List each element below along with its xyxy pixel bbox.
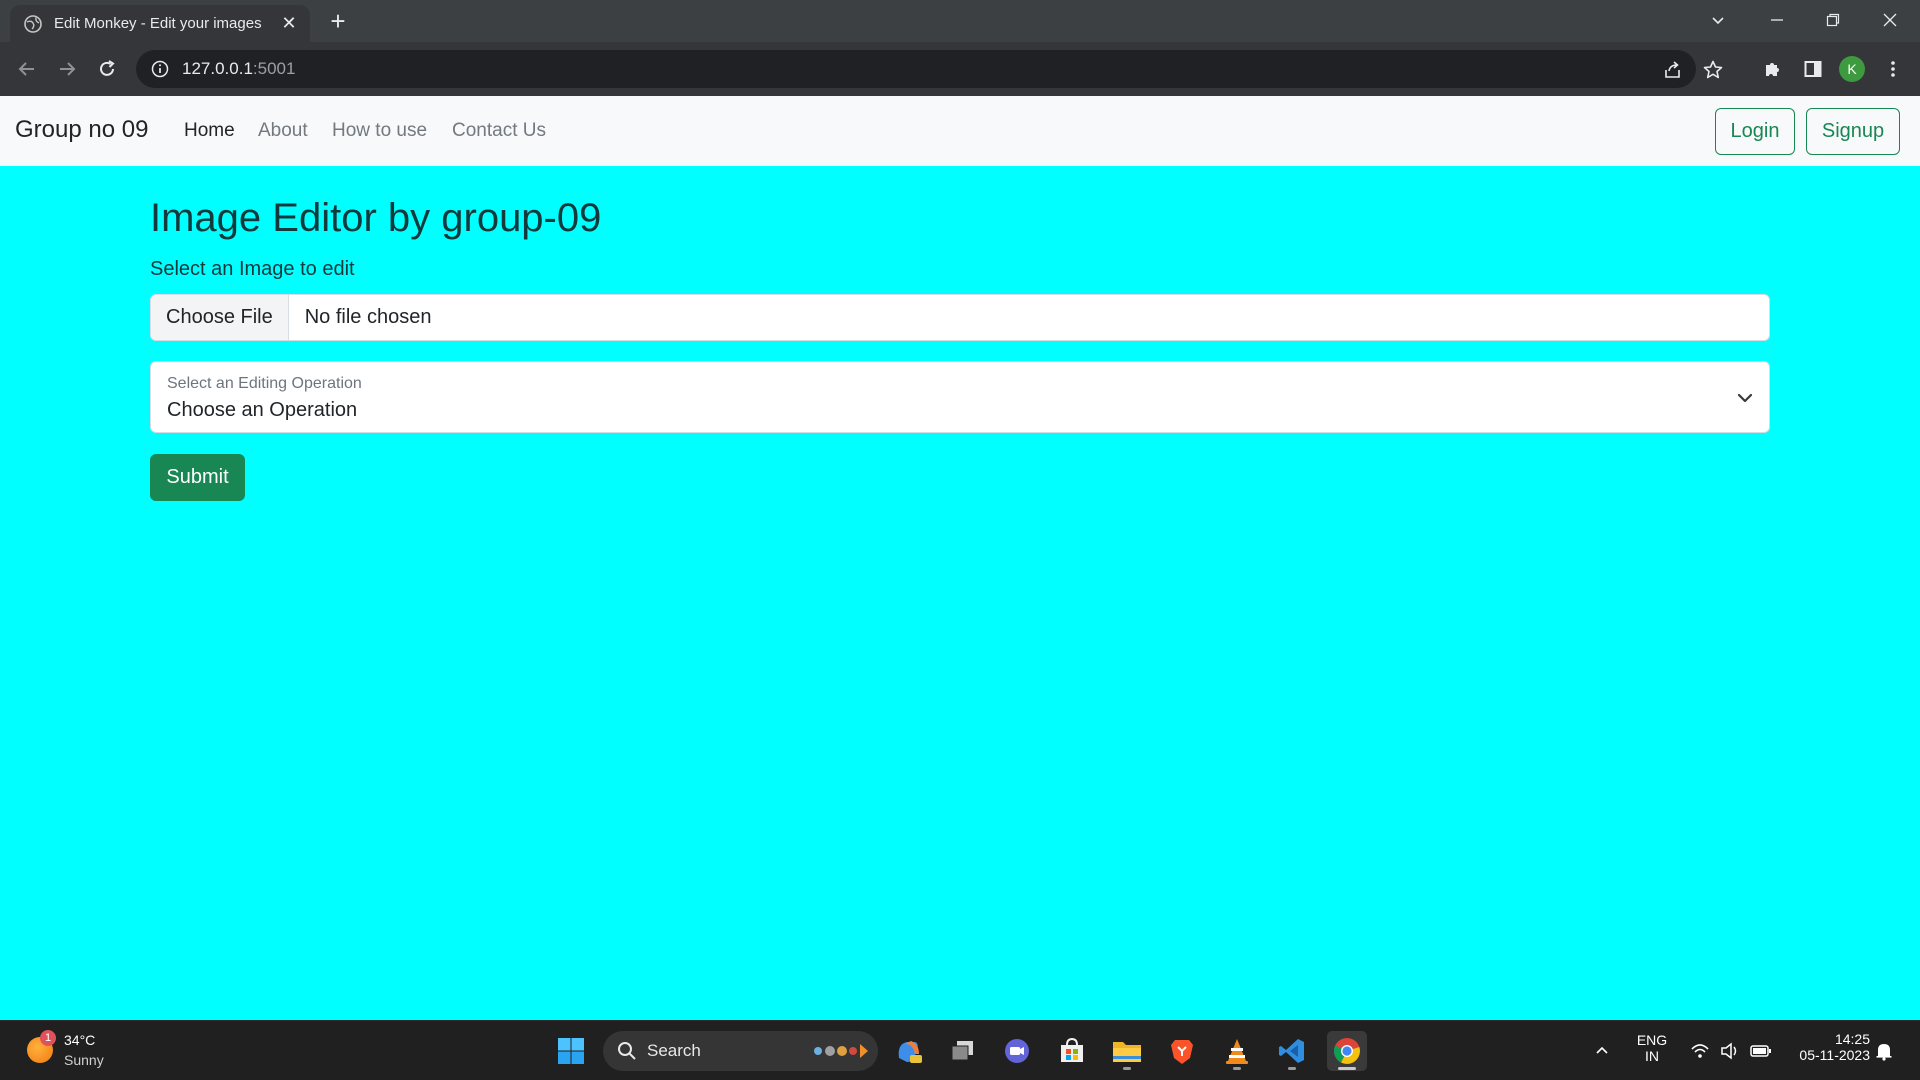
extensions-puzzle-icon[interactable]: [1759, 55, 1787, 83]
tab-title: Edit Monkey - Edit your images: [54, 15, 262, 32]
search-highlight-icon: [814, 1044, 868, 1058]
operation-select-value: Choose an Operation: [167, 399, 358, 421]
choose-file-button[interactable]: Choose File: [151, 295, 289, 340]
weather-condition[interactable]: Sunny: [64, 1052, 104, 1068]
page-title: Image Editor by group-09: [150, 196, 602, 240]
running-indicator: [1123, 1067, 1131, 1070]
operation-select[interactable]: Select an Editing Operation Choose an Op…: [150, 361, 1770, 433]
close-window-icon[interactable]: [1875, 6, 1905, 34]
new-tab-icon[interactable]: +: [325, 6, 351, 36]
login-button[interactable]: Login: [1715, 108, 1795, 155]
running-indicator: [1338, 1067, 1356, 1070]
task-view-icon[interactable]: [943, 1031, 983, 1071]
file-input-label: Select an Image to edit: [150, 258, 355, 280]
weather-notification-badge: 1: [40, 1030, 56, 1046]
file-status-text: No file chosen: [304, 306, 432, 328]
language-indicator[interactable]: ENG IN: [1632, 1032, 1672, 1064]
nav-link-contact-us[interactable]: Contact Us: [452, 120, 546, 142]
copilot-icon[interactable]: [888, 1031, 928, 1071]
notification-bell-icon[interactable]: [1864, 1031, 1904, 1071]
chrome-icon[interactable]: [1327, 1031, 1367, 1071]
teams-chat-icon[interactable]: [997, 1031, 1037, 1071]
back-icon[interactable]: [13, 55, 41, 83]
tab-close-icon[interactable]: ✕: [278, 13, 300, 35]
reload-icon[interactable]: [93, 55, 121, 83]
windows-start-icon[interactable]: [551, 1031, 591, 1071]
browser-tab[interactable]: Edit Monkey - Edit your images ✕: [10, 5, 310, 42]
quick-settings-tray[interactable]: [1676, 1031, 1786, 1071]
battery-icon: [1750, 1045, 1771, 1057]
file-explorer-icon[interactable]: [1107, 1031, 1147, 1071]
operation-select-label: Select an Editing Operation: [167, 375, 362, 392]
nav-link-how-to-use[interactable]: How to use: [332, 120, 427, 142]
browser-toolbar: 127.0.0.1:5001 K: [0, 42, 1920, 96]
wifi-icon: [1691, 1044, 1709, 1058]
language-region: IN: [1645, 1048, 1659, 1064]
running-indicator: [1288, 1067, 1296, 1070]
nav-link-home[interactable]: Home: [184, 120, 235, 142]
vscode-icon[interactable]: [1272, 1031, 1312, 1071]
restore-icon[interactable]: [1818, 6, 1848, 34]
forward-icon[interactable]: [53, 55, 81, 83]
submit-button[interactable]: Submit: [150, 454, 245, 501]
browser-tabstrip: Edit Monkey - Edit your images ✕ +: [0, 0, 1920, 42]
share-icon[interactable]: [1662, 59, 1684, 81]
clock-time: 14:25: [1834, 1031, 1870, 1047]
site-info-icon[interactable]: [150, 59, 170, 79]
bookmark-star-icon[interactable]: [1702, 59, 1724, 81]
url-host: 127.0.0.1: [182, 59, 253, 78]
site-navbar: Group no 09 Home About How to use Contac…: [0, 96, 1920, 166]
search-icon: [618, 1042, 636, 1060]
windows-taskbar: 1 34°C Sunny Search ENG IN 14:25 05-11-2…: [0, 1020, 1920, 1080]
globe-icon: [24, 14, 42, 33]
profile-avatar[interactable]: K: [1839, 56, 1865, 82]
running-indicator: [1233, 1067, 1241, 1070]
address-bar[interactable]: 127.0.0.1:5001: [136, 50, 1723, 88]
clock-date: 05-11-2023: [1799, 1047, 1870, 1063]
minimize-icon[interactable]: [1762, 6, 1792, 34]
signup-button[interactable]: Signup: [1806, 108, 1900, 155]
navbar-brand[interactable]: Group no 09: [15, 116, 148, 144]
menu-kebab-icon[interactable]: [1879, 55, 1907, 83]
tab-search-chevron-icon[interactable]: [1703, 6, 1733, 34]
url-port: :5001: [252, 59, 296, 78]
weather-temperature[interactable]: 34°C: [64, 1032, 95, 1048]
taskbar-search-label: Search: [647, 1041, 701, 1060]
clock[interactable]: 14:25 05-11-2023: [1780, 1031, 1870, 1063]
tray-overflow-chevron-icon[interactable]: [1582, 1031, 1622, 1071]
taskbar-search-box[interactable]: Search: [603, 1031, 878, 1071]
microsoft-store-icon[interactable]: [1052, 1031, 1092, 1071]
volume-icon: [1721, 1042, 1737, 1060]
side-panel-icon[interactable]: [1799, 55, 1827, 83]
image-file-input[interactable]: Choose File No file chosen: [150, 294, 1770, 341]
vlc-player-icon[interactable]: [1217, 1031, 1257, 1071]
brave-browser-icon[interactable]: [1162, 1031, 1202, 1071]
nav-link-about[interactable]: About: [258, 120, 308, 142]
chevron-down-icon: [1737, 393, 1753, 403]
language-code: ENG: [1636, 1032, 1668, 1048]
